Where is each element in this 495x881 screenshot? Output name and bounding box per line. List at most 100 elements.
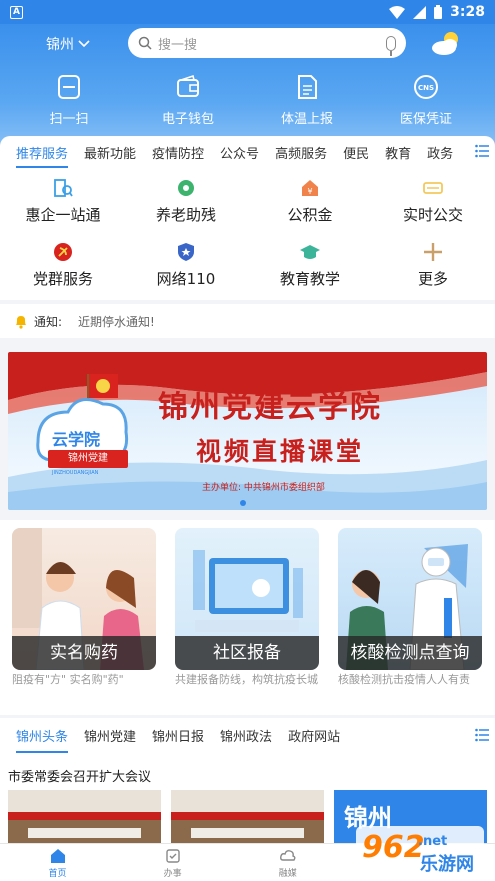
search-bar[interactable]: 搜一搜 (128, 28, 406, 58)
news-tabs: 锦州头条 锦州党建 锦州日报 锦州政法 政府网站 (0, 718, 495, 753)
news-thumbnail[interactable] (8, 790, 161, 850)
notice-text: 近期停水通知! (78, 314, 155, 329)
service-label: 网络110 (156, 270, 216, 288)
banner-organizer: 主办单位: 中共锦州市委组织部 (202, 483, 325, 493)
category-tabs: 推荐服务 最新功能 疫情防控 公众号 高频服务 便民 教育 政务 (0, 136, 495, 168)
service-label: 更多 (417, 270, 448, 288)
news-tab-gov-site[interactable]: 政府网站 (288, 726, 340, 745)
feature-card-community[interactable]: 社区报备 (175, 528, 319, 670)
feature-card-label: 实名购药 (12, 636, 156, 670)
banner-logo-sub: 锦州党建 (48, 450, 128, 468)
enterprise-icon (54, 179, 73, 197)
party-emblem-icon (54, 243, 72, 261)
notice-bar[interactable]: 通知: 近期停水通知! (0, 304, 495, 338)
quick-action-temperature[interactable]: 体温上报 (247, 74, 367, 127)
meeting-photo (171, 790, 324, 850)
feature-card-label: 核酸检测点查询 (338, 636, 482, 670)
tab-education[interactable]: 教育 (385, 143, 411, 162)
nav-home[interactable]: 首页 (0, 844, 115, 881)
wifi-icon (389, 5, 406, 19)
service-party[interactable]: 党群服务 (3, 242, 123, 289)
services-icon (165, 849, 180, 863)
banner-title: 锦州党建云学院 (158, 390, 382, 425)
service-more[interactable]: 更多 (373, 242, 493, 289)
tab-latest[interactable]: 最新功能 (84, 143, 136, 162)
battery-icon (434, 5, 443, 19)
police-badge-icon (178, 243, 194, 261)
service-label: 养老助残 (155, 206, 216, 224)
service-enterprise[interactable]: 惠企一站通 (3, 178, 123, 225)
bus-card-icon (423, 182, 443, 194)
meeting-photo (8, 790, 161, 850)
chevron-down-icon (78, 40, 90, 48)
quick-action-label: 电子钱包 (161, 112, 214, 127)
tab-epidemic[interactable]: 疫情防控 (152, 143, 204, 162)
list-menu-icon[interactable] (475, 144, 489, 158)
service-housing-fund[interactable]: ¥ 公积金 (250, 178, 370, 225)
watermark-suffix: .net (418, 834, 448, 849)
weather-icon[interactable] (430, 30, 462, 56)
watermark-site: 乐游网 (420, 854, 474, 875)
nav-media[interactable]: 融媒 (230, 844, 345, 881)
service-card: 推荐服务 最新功能 疫情防控 公众号 高频服务 便民 教育 政务 惠企一站通 养… (0, 136, 495, 300)
news-tab-headlines[interactable]: 锦州头条 (16, 726, 69, 753)
service-label: 公积金 (287, 206, 333, 224)
news-headline[interactable]: 市委常委会召开扩大会议 (8, 766, 151, 785)
microphone-icon[interactable] (386, 35, 396, 56)
banner-logo-text: 云学院 (52, 430, 101, 449)
feature-card-subtitle: 共建报备防线，构筑抗疫长城 (175, 673, 318, 686)
feature-card-medicine[interactable]: 实名购药 (12, 528, 156, 670)
quick-action-medical[interactable]: CNS 医保凭证 (366, 74, 486, 127)
banner-page-dot (240, 500, 246, 506)
feature-card-label: 社区报备 (175, 636, 319, 670)
tab-government[interactable]: 政务 (427, 143, 453, 162)
search-icon (138, 36, 152, 50)
flower-icon (178, 180, 194, 196)
search-placeholder: 搜一搜 (158, 37, 198, 53)
nav-label: 融媒 (278, 869, 297, 879)
report-icon (298, 75, 317, 99)
feature-card-nucleic[interactable]: 核酸检测点查询 (338, 528, 482, 670)
news-tab-party[interactable]: 锦州党建 (84, 726, 136, 745)
tab-convenience[interactable]: 便民 (343, 143, 369, 162)
city-selector[interactable]: 锦州 (46, 34, 90, 54)
watermark-brand: 962 (362, 830, 425, 865)
nav-services[interactable]: 办事 (115, 844, 230, 881)
tab-official-accounts[interactable]: 公众号 (220, 143, 259, 162)
service-label: 教育教学 (279, 270, 340, 288)
header: 锦州 搜一搜 扫一扫 电子钱包 体温上报 CNS 医保凭证 (0, 24, 495, 154)
quick-action-label: 体温上报 (280, 112, 333, 127)
status-time: 3:28 (450, 4, 485, 20)
quick-action-scan[interactable]: 扫一扫 (9, 74, 129, 127)
quick-action-label: 扫一扫 (49, 112, 89, 127)
media-icon (279, 850, 296, 861)
news-list-menu-icon[interactable] (475, 728, 489, 742)
active-tab-indicator (16, 166, 68, 168)
news-tab-daily[interactable]: 锦州日报 (152, 726, 204, 745)
tab-recommended[interactable]: 推荐服务 (16, 143, 68, 162)
scan-icon (58, 75, 80, 99)
service-bus[interactable]: 实时公交 (373, 178, 493, 225)
feature-card-subtitle: 核酸检测抗击疫情人人有责 (338, 673, 470, 686)
medical-insurance-icon: CNS (414, 75, 438, 99)
quick-action-wallet[interactable]: 电子钱包 (128, 74, 248, 127)
plus-icon (424, 243, 442, 261)
banner[interactable]: 云学院 锦州党建 JINZHOUDANGJIAN 锦州党建云学院 视频直播课堂 … (8, 352, 487, 510)
service-education[interactable]: 教育教学 (250, 242, 370, 289)
news-thumbnail[interactable] (171, 790, 324, 850)
signal-icon (413, 5, 427, 19)
notice-label: 通知: (34, 314, 63, 329)
news-tab-law[interactable]: 锦州政法 (220, 726, 272, 745)
tab-frequent[interactable]: 高频服务 (275, 143, 327, 162)
wallet-icon (177, 74, 199, 97)
home-icon (50, 849, 65, 863)
service-police[interactable]: 网络110 (126, 242, 246, 289)
site-watermark: 962 .net 乐游网 (354, 820, 490, 878)
svg-text:CNS: CNS (418, 84, 434, 92)
service-label: 实时公交 (402, 206, 463, 224)
nav-label: 首页 (48, 869, 67, 879)
status-bar: A 3:28 (0, 0, 495, 24)
quick-action-label: 医保凭证 (399, 112, 452, 127)
service-elderly-care[interactable]: 养老助残 (126, 178, 246, 225)
banner-subtitle: 视频直播课堂 (196, 437, 365, 466)
